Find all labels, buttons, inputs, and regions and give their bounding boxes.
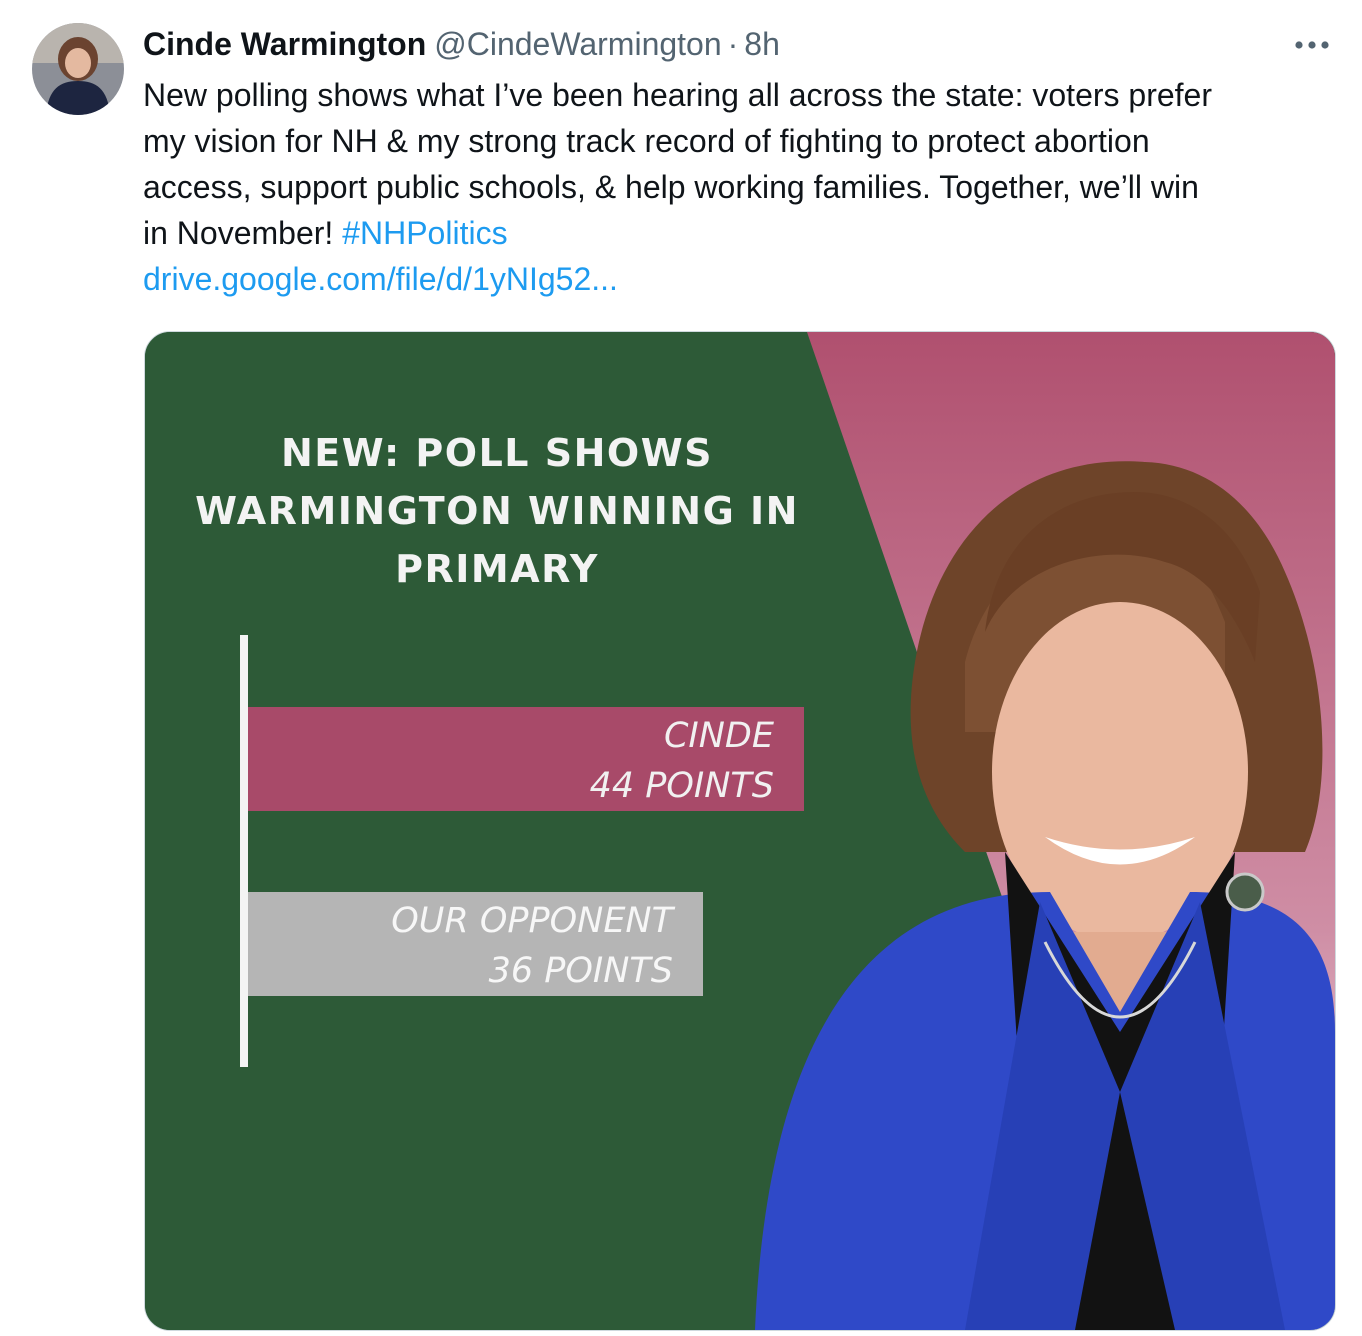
tweet-header: Cinde Warmington @CindeWarmington · 8h: [143, 22, 780, 66]
author-display-name[interactable]: Cinde Warmington: [143, 22, 426, 66]
header-separator: ·: [727, 26, 739, 62]
tweet-timestamp[interactable]: 8h: [744, 22, 780, 66]
bar-value-opponent: 36 POINTS: [488, 951, 673, 991]
bar-label-cinde: CINDE: [663, 716, 774, 756]
tweet-text: New polling shows what I’ve been hearing…: [143, 72, 1343, 302]
chart-axis-line: [240, 635, 248, 1067]
tweet-text-line-last: in November! #NHPolitics: [143, 210, 1343, 256]
bar-label-opponent: OUR OPPONENT: [391, 901, 673, 941]
bar-value-cinde: 44 POINTS: [589, 766, 774, 806]
poll-title-line: WARMINGTON WINNING IN: [195, 489, 799, 533]
bar-cinde: CINDE 44 POINTS: [248, 707, 804, 811]
tweet-text-fragment: in November!: [143, 215, 343, 251]
poll-title: NEW: POLL SHOWS WARMINGTON WINNING IN PR…: [145, 424, 849, 598]
bar-opponent: OUR OPPONENT 36 POINTS: [248, 892, 703, 996]
poll-title-line: PRIMARY: [395, 547, 599, 591]
tweet-media-image[interactable]: NEW: POLL SHOWS WARMINGTON WINNING IN PR…: [144, 331, 1336, 1331]
author-avatar[interactable]: [32, 23, 124, 115]
avatar-photo: [32, 23, 124, 115]
more-horizontal-icon: [1295, 41, 1329, 49]
poll-title-line: NEW: POLL SHOWS: [280, 431, 713, 475]
tweet-text-line: New polling shows what I’ve been hearing…: [143, 77, 1212, 113]
tweet-text-line: access, support public schools, & help w…: [143, 169, 1199, 205]
tweet[interactable]: Cinde Warmington @CindeWarmington · 8h N…: [0, 0, 1362, 1336]
author-handle[interactable]: @CindeWarmington: [434, 22, 721, 66]
hashtag-link[interactable]: #NHPolitics: [342, 215, 507, 251]
tweet-text-line: my vision for NH & my strong track recor…: [143, 123, 1150, 159]
more-options-button[interactable]: [1292, 30, 1332, 60]
external-link[interactable]: drive.google.com/file/d/1yNIg52...: [143, 256, 1343, 302]
